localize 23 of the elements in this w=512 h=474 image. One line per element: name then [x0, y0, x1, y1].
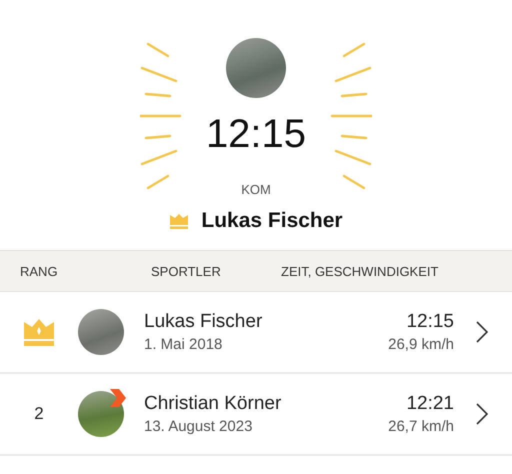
hero-time: 12:15	[206, 112, 306, 156]
avatar-photo-placeholder	[78, 309, 124, 355]
effort-date: 13. August 2023	[144, 418, 254, 435]
column-header: RANG	[20, 264, 58, 278]
crown-icon	[23, 318, 55, 346]
effort-date: 1. Mai 2018	[144, 336, 224, 353]
chevron-right-icon	[476, 321, 488, 343]
kom-label: KOM	[241, 182, 271, 197]
leaderboard-row[interactable]: 2 Christian Körner 13. August 2023 12:21 26,7 km/h	[0, 374, 512, 456]
effort-speed: 26,9 km/h	[388, 336, 454, 353]
crown-icon	[169, 213, 190, 229]
athlete-name: Lukas Fischer	[144, 311, 264, 333]
column-header: ZEIT, GESCHWINDIGKEIT	[281, 264, 438, 278]
effort-speed: 26,7 km/h	[388, 418, 454, 435]
chevron-right-icon	[476, 403, 488, 425]
effort-time: 12:21	[406, 393, 454, 415]
rank-number: 2	[34, 404, 44, 424]
kom-holder-name: Lukas Fischer	[201, 209, 343, 233]
avatar-photo-placeholder	[78, 391, 124, 437]
athlete-name: Christian Körner	[144, 393, 282, 415]
effort-time: 12:15	[406, 311, 454, 333]
leaderboard-row[interactable]: Lukas Fischer 1. Mai 2018 12:15 26,9 km/h	[0, 292, 512, 374]
column-header: SPORTLER	[151, 264, 221, 278]
